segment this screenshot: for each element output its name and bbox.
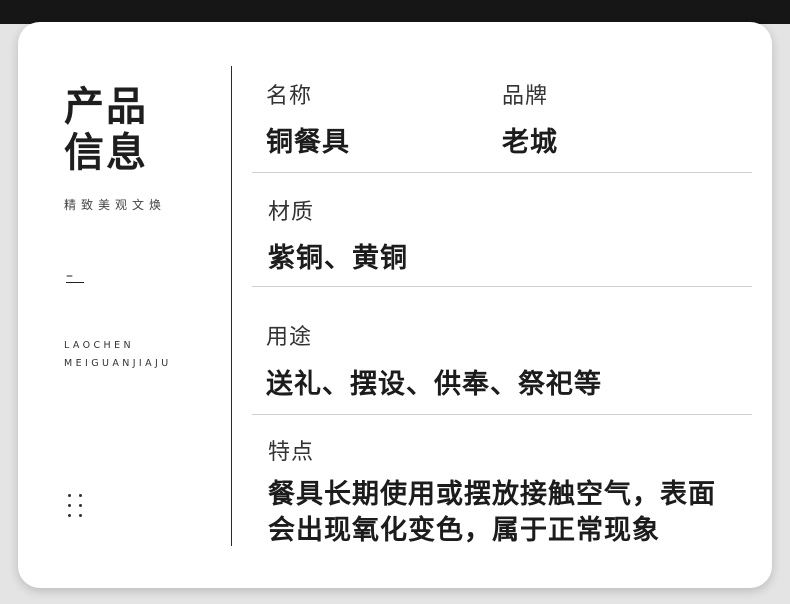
brand-english-line1: LAOCHEN (64, 340, 135, 351)
top-dark-bar (0, 0, 790, 24)
feature-label: 特点 (268, 440, 315, 465)
divider-2 (252, 286, 752, 287)
section-subtitle: 精致美观文焕 (64, 198, 167, 212)
section-title: 产品 信息 (64, 83, 148, 176)
feature-value-line1: 餐具长期使用或摆放接触空气，表面 (268, 479, 716, 510)
material-label: 材质 (268, 200, 315, 225)
feature-value: 餐具长期使用或摆放接触空气，表面 会出现氧化变色，属于正常现象 (268, 477, 748, 549)
usage-value: 送礼、摆设、供奉、祭祀等 (266, 369, 602, 400)
divider-1 (252, 172, 752, 173)
brand-english-line2: MEIGUANJIAJU (64, 358, 172, 369)
vertical-divider (231, 66, 232, 546)
dots-icon (68, 494, 88, 528)
brand-english: LAOCHEN MEIGUANJIAJU (64, 337, 172, 373)
brand-value: 老城 (502, 127, 558, 158)
material-value: 紫铜、黄铜 (268, 243, 408, 274)
name-label: 名称 (266, 84, 313, 109)
brand-label: 品牌 (502, 84, 549, 109)
divider-3 (252, 414, 752, 415)
product-info-card: 产品 信息 精致美观文焕 – LAOCHEN MEIGUANJIAJU 名称 铜… (18, 22, 772, 588)
dash-mark: – (66, 268, 84, 284)
name-value: 铜餐具 (266, 127, 350, 158)
usage-label: 用途 (266, 325, 313, 350)
feature-value-line2: 会出现氧化变色，属于正常现象 (268, 515, 660, 546)
